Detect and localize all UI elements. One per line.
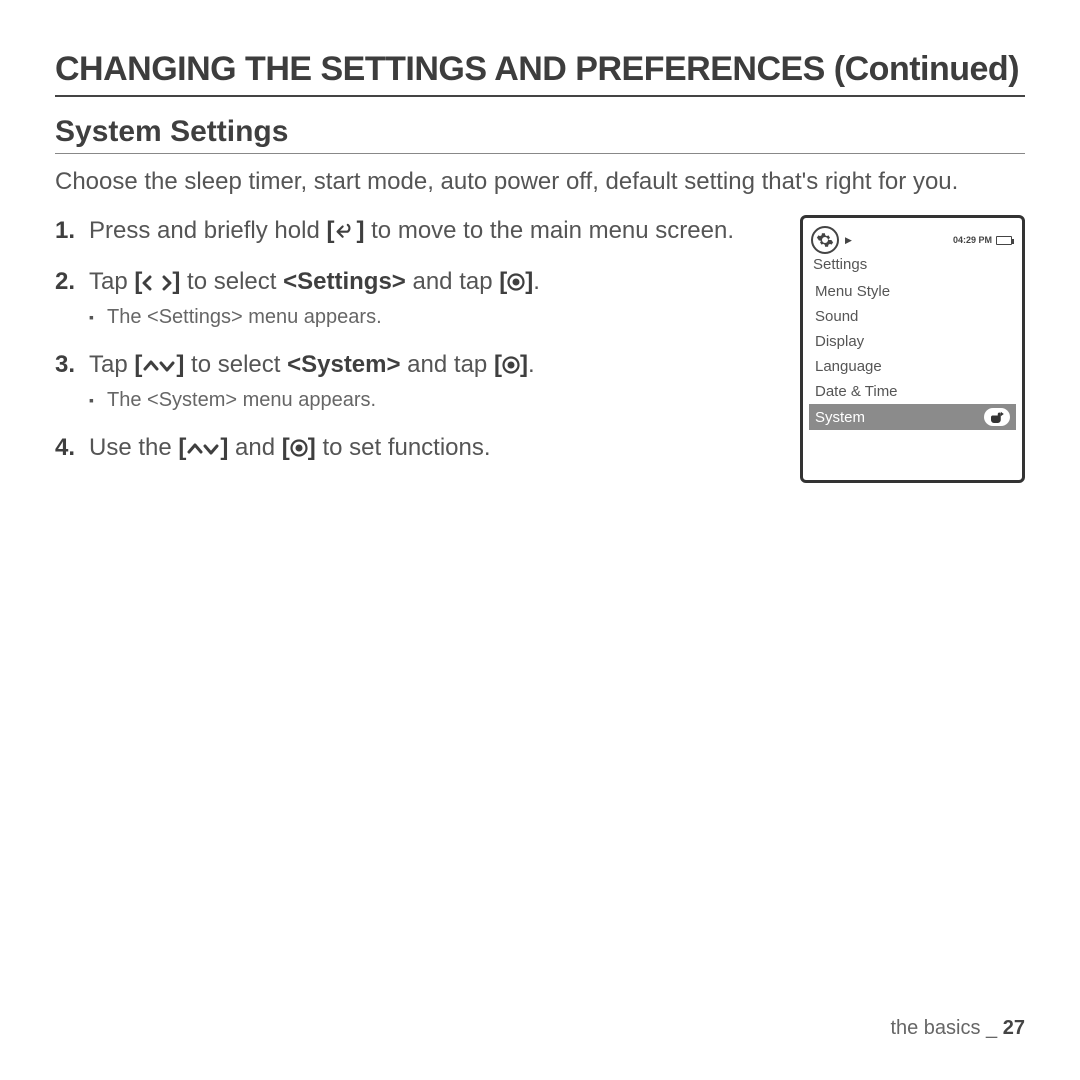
step-3-text-d: and tap bbox=[401, 351, 494, 378]
step-3-text-a: Tap bbox=[89, 351, 134, 378]
step-3-target: <System> bbox=[287, 351, 400, 378]
step-2-text-b: to select bbox=[180, 268, 283, 295]
left-right-glyph: [] bbox=[134, 268, 180, 295]
step-2-sub: The <Settings> menu appears. bbox=[89, 304, 780, 331]
battery-icon bbox=[996, 236, 1012, 245]
back-button-glyph: [] bbox=[326, 217, 364, 244]
device-menu-item-label: System bbox=[815, 409, 865, 426]
select-button-glyph-3: [] bbox=[282, 434, 316, 461]
step-1-text-b: to move to the main menu screen. bbox=[364, 217, 734, 244]
device-menu-item: Sound bbox=[809, 304, 1016, 329]
device-screen-title: Settings bbox=[813, 256, 1016, 273]
step-4: Use the [] and [] to set functions. bbox=[55, 432, 780, 464]
device-mockup: ▶ 04:29 PM Settings Menu Style Sound Dis… bbox=[800, 215, 1025, 483]
device-menu-list: Menu Style Sound Display Language Date &… bbox=[809, 279, 1016, 430]
pointer-hand-icon bbox=[984, 408, 1010, 426]
gear-icon bbox=[811, 226, 839, 254]
footer-page-number: 27 bbox=[1003, 1017, 1025, 1039]
step-2-target: <Settings> bbox=[283, 268, 406, 295]
steps-column: Press and briefly hold [] to move to the… bbox=[55, 215, 780, 483]
step-4-text-c: to set functions. bbox=[316, 434, 491, 461]
device-status-bar: ▶ 04:29 PM bbox=[809, 224, 1016, 260]
footer-sep: _ bbox=[981, 1017, 1003, 1039]
device-menu-item: Date & Time bbox=[809, 379, 1016, 404]
step-3-text-b: to select bbox=[184, 351, 287, 378]
step-1-text-a: Press and briefly hold bbox=[89, 217, 326, 244]
step-3-sub: The <System> menu appears. bbox=[89, 387, 780, 414]
up-down-glyph: [] bbox=[134, 351, 184, 378]
device-menu-item-selected: System bbox=[809, 404, 1016, 430]
step-1: Press and briefly hold [] to move to the… bbox=[55, 215, 780, 247]
device-time: 04:29 PM bbox=[953, 235, 992, 245]
device-menu-item: Language bbox=[809, 354, 1016, 379]
step-3: Tap [] to select <System> and tap []. Th… bbox=[55, 349, 780, 414]
select-button-glyph: [] bbox=[499, 268, 533, 295]
up-down-glyph-2: [] bbox=[178, 434, 228, 461]
intro-text: Choose the sleep timer, start mode, auto… bbox=[55, 166, 1025, 197]
step-2-text-d: and tap bbox=[406, 268, 499, 295]
page-title: CHANGING THE SETTINGS AND PREFERENCES (C… bbox=[55, 50, 1025, 97]
device-menu-item: Display bbox=[809, 329, 1016, 354]
step-2-text-a: Tap bbox=[89, 268, 134, 295]
footer-section: the basics bbox=[890, 1017, 980, 1039]
step-4-text-b: and bbox=[228, 434, 281, 461]
select-button-glyph-2: [] bbox=[494, 351, 528, 378]
play-icon: ▶ bbox=[845, 235, 852, 246]
section-heading: System Settings bbox=[55, 115, 1025, 154]
page-footer: the basics _ 27 bbox=[890, 1017, 1025, 1040]
device-menu-item: Menu Style bbox=[809, 279, 1016, 304]
step-2: Tap [] to select <Settings> and tap []. … bbox=[55, 266, 780, 331]
step-4-text-a: Use the bbox=[89, 434, 178, 461]
